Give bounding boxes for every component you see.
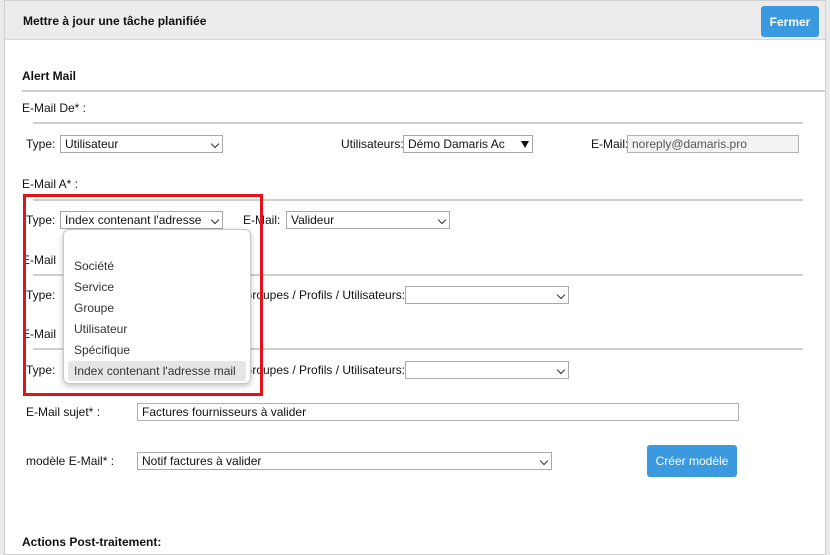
from-users-value: Démo Damaris Ac	[408, 137, 505, 151]
alert-mail-title: Alert Mail	[22, 69, 77, 83]
template-value: Notif factures à valider	[142, 454, 262, 468]
create-template-button[interactable]: Créer modèle	[647, 445, 737, 477]
from-email-input[interactable]: noreply@damaris.pro	[627, 135, 799, 153]
chevron-down-icon	[556, 365, 566, 375]
chevron-down-icon	[539, 456, 549, 466]
subject-input[interactable]: Factures fournisseurs à valider	[137, 403, 739, 421]
update-task-modal: Mettre à jour une tâche planifiée Fermer…	[4, 0, 826, 555]
from-users-label: Utilisateurs:	[341, 137, 404, 151]
bcc-groups-label: Groupes / Profils / Utilisateurs:	[243, 363, 406, 377]
close-button[interactable]: Fermer	[761, 6, 819, 37]
template-select[interactable]: Notif factures à valider	[137, 452, 552, 470]
triangle-down-icon	[521, 141, 529, 148]
annotation-highlight-box	[23, 194, 263, 396]
to-email-value: Valideur	[291, 213, 335, 227]
from-type-select[interactable]: Utilisateur	[60, 135, 223, 153]
cc-groups-select[interactable]	[405, 286, 569, 304]
post-actions-title: Actions Post-traitement:	[22, 535, 162, 549]
divider	[33, 122, 803, 124]
cc-groups-label: Groupes / Profils / Utilisateurs:	[243, 288, 406, 302]
template-label: modèle E-Mail* :	[26, 454, 115, 468]
subject-label: E-Mail sujet* :	[26, 405, 101, 419]
from-type-value: Utilisateur	[65, 137, 119, 151]
divider	[22, 90, 825, 92]
email-to-label: E-Mail A* :	[22, 177, 79, 191]
from-email-label: E-Mail:	[591, 137, 629, 151]
chevron-down-icon	[437, 215, 447, 225]
modal-title: Mettre à jour une tâche planifiée	[23, 14, 207, 28]
from-type-label: Type:	[26, 137, 56, 151]
bcc-groups-select[interactable]	[405, 361, 569, 379]
chevron-down-icon	[210, 139, 220, 149]
modal-header: Mettre à jour une tâche planifiée Fermer	[5, 1, 825, 40]
from-users-select[interactable]: Démo Damaris Ac	[403, 135, 533, 153]
to-email-select[interactable]: Valideur	[286, 211, 450, 229]
chevron-down-icon	[556, 290, 566, 300]
email-from-label: E-Mail De* :	[22, 101, 87, 115]
